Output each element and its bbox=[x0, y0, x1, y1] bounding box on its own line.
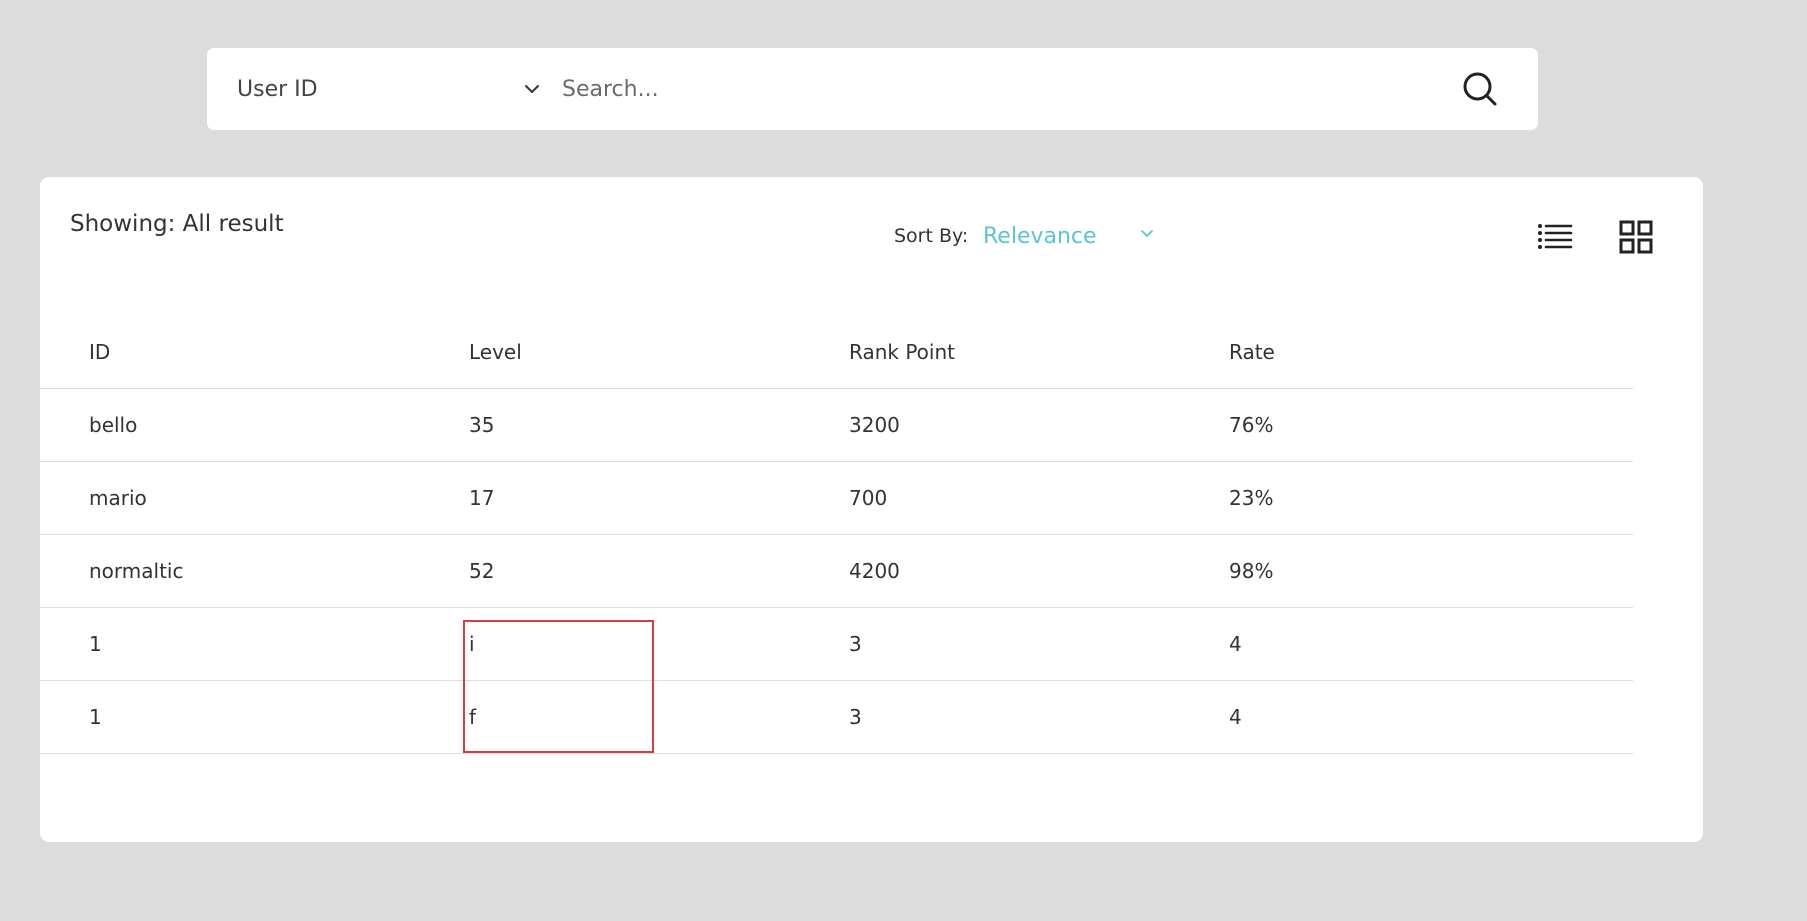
cell-rank-point: 700 bbox=[849, 486, 888, 510]
cell-rank-point: 3200 bbox=[849, 413, 900, 437]
cell-level: i bbox=[469, 632, 475, 656]
table-row[interactable]: 1 i 3 4 bbox=[30, 608, 1633, 681]
column-header-level[interactable]: Level bbox=[469, 316, 522, 388]
table-row[interactable]: normaltic 52 4200 98% bbox=[30, 535, 1633, 608]
table-row[interactable]: 1 f 3 4 bbox=[30, 681, 1633, 754]
table-header-row: ID Level Rank Point Rate bbox=[30, 316, 1633, 389]
cell-rank-point: 4200 bbox=[849, 559, 900, 583]
cell-id: 1 bbox=[89, 705, 102, 729]
cell-rate: 76% bbox=[1229, 413, 1274, 437]
column-header-id[interactable]: ID bbox=[89, 316, 110, 388]
cell-id: 1 bbox=[89, 632, 102, 656]
column-header-rank-point[interactable]: Rank Point bbox=[849, 316, 955, 388]
search-bar: User ID bbox=[207, 48, 1538, 130]
cell-rank-point: 3 bbox=[849, 632, 862, 656]
sort-by-label: Sort By: bbox=[894, 225, 969, 247]
chevron-down-icon bbox=[1141, 230, 1153, 237]
cell-level: 17 bbox=[469, 486, 495, 510]
search-input[interactable] bbox=[562, 69, 1442, 109]
cell-level: 35 bbox=[469, 413, 495, 437]
cell-rank-point: 3 bbox=[849, 705, 862, 729]
results-table: ID Level Rank Point Rate bello 35 3200 7… bbox=[30, 316, 1633, 754]
chevron-down-icon bbox=[525, 85, 539, 93]
cell-level: f bbox=[469, 705, 477, 729]
list-view-icon[interactable] bbox=[1537, 221, 1573, 253]
cell-rate: 98% bbox=[1229, 559, 1274, 583]
table-row[interactable]: mario 17 700 23% bbox=[30, 462, 1633, 535]
cell-id: bello bbox=[89, 413, 138, 437]
table-row[interactable]: bello 35 3200 76% bbox=[30, 389, 1633, 462]
cell-rate: 23% bbox=[1229, 486, 1274, 510]
cell-level: 52 bbox=[469, 559, 495, 583]
cell-id: mario bbox=[89, 486, 147, 510]
search-field-select[interactable]: User ID bbox=[237, 48, 542, 130]
sort-select-value: Relevance bbox=[983, 224, 1097, 249]
showing-label: Showing: All result bbox=[70, 211, 284, 237]
sort-select[interactable]: Relevance bbox=[983, 215, 1163, 255]
cell-rate: 4 bbox=[1229, 632, 1242, 656]
column-header-rate[interactable]: Rate bbox=[1229, 316, 1275, 388]
search-icon[interactable] bbox=[1461, 70, 1499, 108]
cell-id: normaltic bbox=[89, 559, 184, 583]
grid-view-icon[interactable] bbox=[1619, 220, 1653, 254]
search-field-select-value: User ID bbox=[237, 76, 318, 102]
cell-rate: 4 bbox=[1229, 705, 1242, 729]
